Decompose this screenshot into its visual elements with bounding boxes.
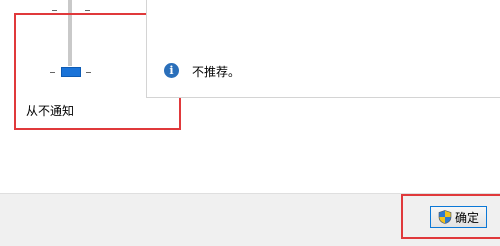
- dialog-content: 从不通知 i 不推荐。: [0, 0, 500, 193]
- info-icon: i: [164, 63, 179, 78]
- highlight-box-button: [401, 194, 500, 239]
- description-panel: [146, 0, 500, 98]
- slider-tick-right: [85, 10, 90, 11]
- slider-tick-left: [52, 10, 57, 11]
- description-text: 不推荐。: [192, 65, 241, 79]
